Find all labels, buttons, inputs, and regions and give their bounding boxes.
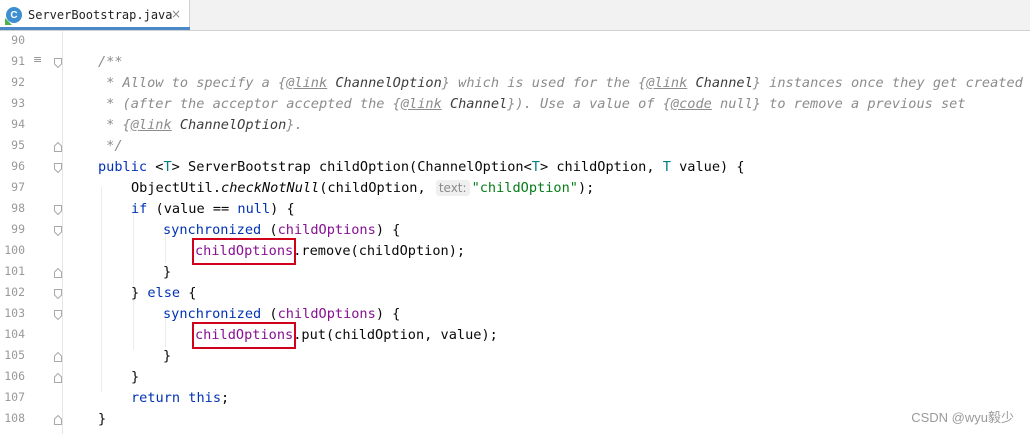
code-line-108: } (98, 411, 107, 427)
line-number: 97 (11, 180, 25, 194)
highlighted-field-childoptions: childOptions (191, 322, 297, 349)
code-line-101: } (163, 264, 172, 280)
code-line-106: } (131, 369, 140, 385)
fold-close-icon[interactable] (54, 352, 62, 362)
line-number: 99 (11, 222, 25, 236)
fold-close-icon[interactable] (54, 142, 62, 152)
code-line-100: childOptions.remove(childOption); (191, 238, 465, 265)
fold-open-icon[interactable] (54, 289, 62, 299)
line-number: 95 (11, 138, 25, 152)
line-number: 106 (4, 369, 25, 383)
close-icon[interactable]: × (171, 7, 181, 21)
line-number: 90 (11, 33, 25, 47)
editor-gutter: 90 91 92 93 94 95 96 97 98 99 100 101 10… (0, 31, 62, 434)
code-line-93: * (after the acceptor accepted the {@lin… (98, 96, 966, 112)
code-line-104: childOptions.put(childOption, value); (191, 322, 498, 349)
line-number: 104 (4, 327, 25, 341)
code-line-91: /** (98, 54, 123, 70)
gutter-separator (62, 31, 63, 434)
code-line-105: } (163, 348, 172, 364)
render-doc-icon[interactable]: ≡ (33, 53, 42, 66)
line-number: 91 (11, 54, 25, 68)
line-number: 105 (4, 348, 25, 362)
code-line-95: */ (98, 138, 123, 154)
line-number: 100 (4, 243, 25, 257)
watermark: CSDN @wyu毅少 (911, 410, 1014, 425)
code-line-102: } else { (131, 285, 197, 301)
editor-tab-bar: C ServerBootstrap.java × (0, 0, 1030, 31)
line-number: 93 (11, 96, 25, 110)
code-line-103: synchronized (childOptions) { (163, 306, 401, 322)
tab-serverbootstrap-java[interactable]: C ServerBootstrap.java × (0, 0, 190, 30)
tab-file-name: ServerBootstrap.java (28, 8, 173, 22)
fold-open-icon[interactable] (54, 163, 62, 173)
line-number: 94 (11, 117, 25, 131)
code-line-97: ObjectUtil.checkNotNull(childOption, tex… (131, 180, 595, 196)
highlighted-field-childoptions: childOptions (191, 238, 297, 265)
active-tab-indicator (0, 27, 190, 30)
code-line-107: return this; (131, 390, 230, 406)
parameter-hint: text: (435, 180, 470, 196)
code-line-96: public <T> ServerBootstrap childOption(C… (98, 159, 745, 175)
code-line-98: if (value == null) { (131, 201, 295, 217)
indent-guide (101, 187, 102, 392)
line-number: 108 (4, 411, 25, 425)
fold-close-icon[interactable] (54, 415, 62, 425)
fold-open-icon[interactable] (54, 310, 62, 320)
code-line-94: * {@link ChannelOption}. (98, 117, 303, 133)
line-number: 101 (4, 264, 25, 278)
fold-open-icon[interactable] (54, 58, 62, 68)
line-number: 103 (4, 306, 25, 320)
fold-open-icon[interactable] (54, 226, 62, 236)
code-line-92: * Allow to specify a {@link ChannelOptio… (98, 75, 1023, 91)
line-number: 107 (4, 390, 25, 404)
fold-open-icon[interactable] (54, 205, 62, 215)
indent-guide (133, 208, 134, 350)
java-class-icon: C (6, 7, 22, 23)
line-number: 96 (11, 159, 25, 173)
line-number: 92 (11, 75, 25, 89)
fold-close-icon[interactable] (54, 268, 62, 278)
fold-close-icon[interactable] (54, 373, 62, 383)
code-line-99: synchronized (childOptions) { (163, 222, 401, 238)
line-number: 98 (11, 201, 25, 215)
line-number: 102 (4, 285, 25, 299)
